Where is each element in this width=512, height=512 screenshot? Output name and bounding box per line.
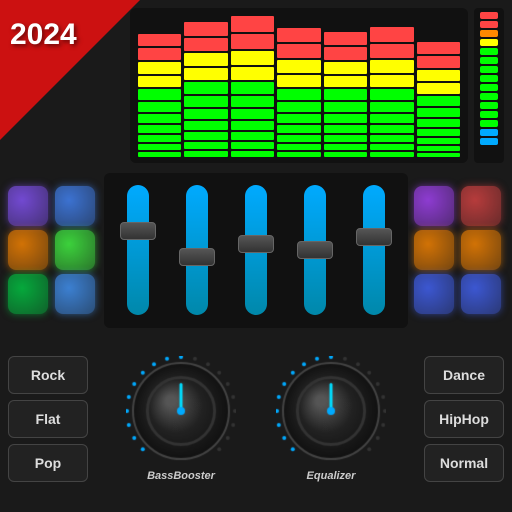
mixer-section <box>8 170 504 330</box>
pad-grid-left <box>8 186 98 314</box>
preset-btn-normal[interactable]: Normal <box>424 444 504 482</box>
fader-track-1 <box>186 185 208 315</box>
spectrum-bar-1 <box>184 14 227 157</box>
preset-btn-flat[interactable]: Flat <box>8 400 88 438</box>
volume-segment-14 <box>480 138 498 145</box>
spectrum-bar-0 <box>138 14 181 157</box>
pad-right-0[interactable] <box>414 186 454 226</box>
fader-handle-4[interactable] <box>356 228 392 246</box>
knobs-area: BassBooster Equalizer <box>96 356 416 482</box>
bass-booster-knob-container: BassBooster <box>126 356 236 482</box>
volume-segment-11 <box>480 111 498 118</box>
year-label: 2024 <box>10 18 77 52</box>
equalizer-knob[interactable] <box>276 356 386 466</box>
fader-handle-0[interactable] <box>120 222 156 240</box>
pad-grid-right <box>414 186 504 314</box>
volume-segment-5 <box>480 57 498 64</box>
volume-segment-3 <box>480 39 498 46</box>
volume-segment-12 <box>480 120 498 127</box>
spectrum-bar-2 <box>231 14 274 157</box>
bass-booster-knob[interactable] <box>126 356 236 466</box>
equalizer-surround <box>276 356 386 466</box>
bass-booster-surround <box>126 356 236 466</box>
volume-segment-4 <box>480 48 498 55</box>
volume-segment-7 <box>480 75 498 82</box>
pad-right-2[interactable] <box>414 230 454 270</box>
spectrum-bar-6 <box>417 14 460 157</box>
spectrum-bar-4 <box>324 14 367 157</box>
pad-left-5[interactable] <box>55 274 95 314</box>
fader-handle-3[interactable] <box>297 241 333 259</box>
preset-btn-dance[interactable]: Dance <box>424 356 504 394</box>
equalizer-knob-container: Equalizer <box>276 356 386 482</box>
spectrum-bar-5 <box>370 14 413 157</box>
pad-left-0[interactable] <box>8 186 48 226</box>
pad-right-3[interactable] <box>461 230 501 270</box>
volume-segment-13 <box>480 129 498 136</box>
faders-area <box>104 173 408 328</box>
preset-btn-pop[interactable]: Pop <box>8 444 88 482</box>
fader-track-3 <box>304 185 326 315</box>
preset-btn-hiphop[interactable]: HipHop <box>424 400 504 438</box>
fader-track-0 <box>127 185 149 315</box>
pad-left-4[interactable] <box>8 274 48 314</box>
volume-segment-10 <box>480 102 498 109</box>
fader-track-4 <box>363 185 385 315</box>
pad-left-2[interactable] <box>8 230 48 270</box>
spectrum-analyzer <box>130 8 468 163</box>
volume-segment-8 <box>480 84 498 91</box>
volume-segment-1 <box>480 21 498 28</box>
fader-handle-2[interactable] <box>238 235 274 253</box>
preset-buttons-right: Dance HipHop Normal <box>424 356 504 482</box>
volume-segment-2 <box>480 30 498 37</box>
spectrum-bar-3 <box>277 14 320 157</box>
bottom-section: Rock Flat Pop BassBooster Equalizer Dance H… <box>8 335 504 503</box>
pad-left-3[interactable] <box>55 230 95 270</box>
preset-buttons-left: Rock Flat Pop <box>8 356 88 482</box>
volume-slider[interactable] <box>474 8 504 163</box>
pad-right-1[interactable] <box>461 186 501 226</box>
volume-segment-0 <box>480 12 498 19</box>
volume-segment-9 <box>480 93 498 100</box>
volume-segment-6 <box>480 66 498 73</box>
pad-right-4[interactable] <box>414 274 454 314</box>
fader-track-2 <box>245 185 267 315</box>
preset-btn-rock[interactable]: Rock <box>8 356 88 394</box>
pad-right-5[interactable] <box>461 274 501 314</box>
fader-handle-1[interactable] <box>179 248 215 266</box>
pad-left-1[interactable] <box>55 186 95 226</box>
equalizer-label: Equalizer <box>307 470 356 482</box>
bass-booster-label: BassBooster <box>147 470 215 482</box>
